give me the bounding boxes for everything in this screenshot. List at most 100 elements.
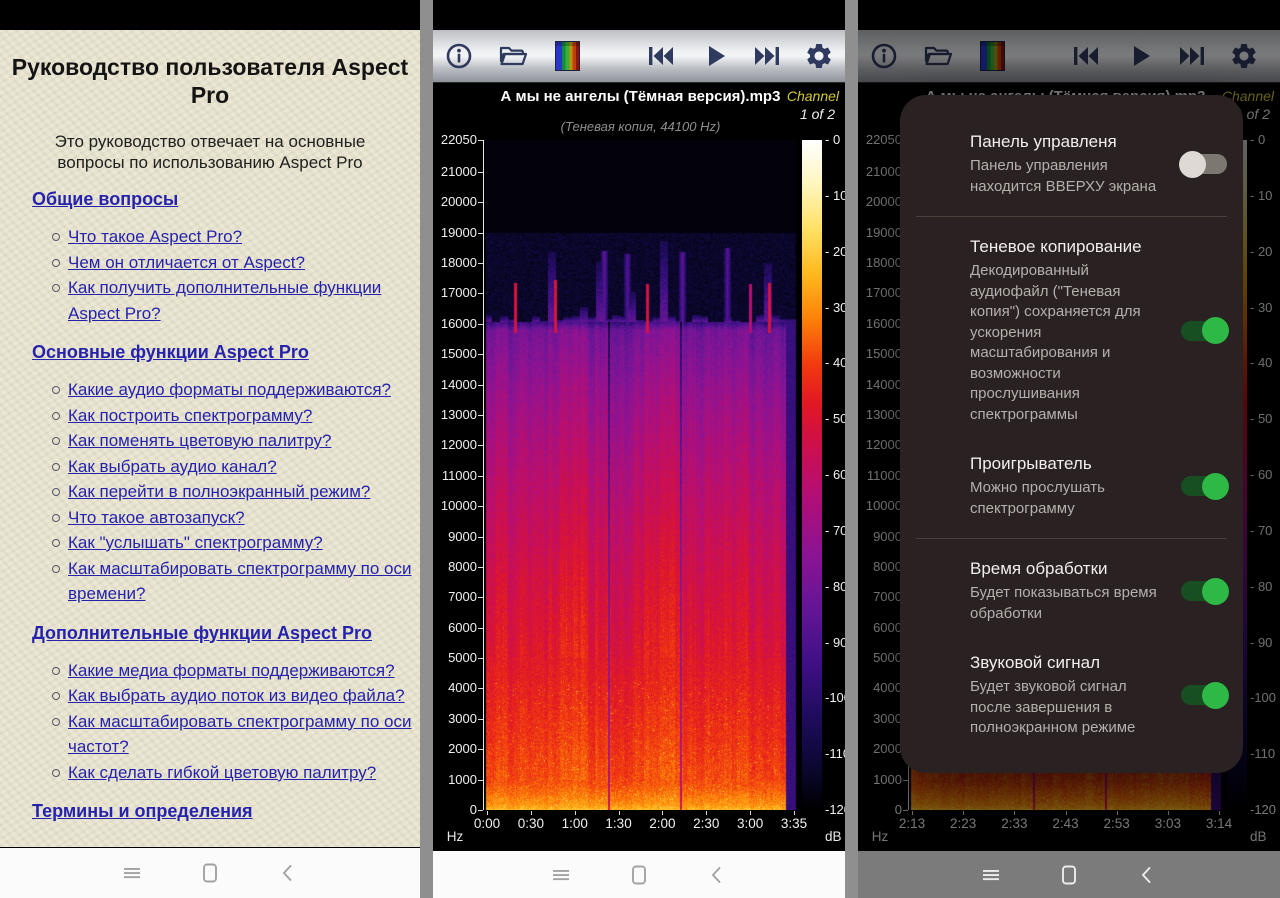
manual-link[interactable]: Как поменять цветовую палитру? <box>68 431 332 450</box>
manual-question-item: Какие аудио форматы поддерживаются? <box>52 377 416 403</box>
settings-item[interactable]: Время обработки Будет показываться время … <box>970 544 1229 638</box>
freq-tick-label: 1000 <box>448 771 477 787</box>
manual-section-link[interactable]: Дополнительные функции Aspect Pro <box>32 623 420 644</box>
settings-item[interactable]: Панель управленя Панель управления находи… <box>970 117 1227 211</box>
manual-link[interactable]: Какие аудио форматы поддерживаются? <box>68 380 391 399</box>
toggle-knob <box>1202 681 1229 709</box>
palette-icon[interactable] <box>551 40 583 72</box>
next-icon[interactable] <box>751 40 783 72</box>
freq-tick-label: 15000 <box>440 346 477 362</box>
shadow-copy-note: (Теневая копия, 44100 Hz) <box>560 119 721 134</box>
back-icon[interactable] <box>278 863 298 883</box>
info-icon[interactable] <box>443 40 475 72</box>
player-toolbar <box>433 30 845 83</box>
freq-tick-label: 13000 <box>440 406 477 422</box>
db-axis: - 0 - 10 - 20 - 30 - 40 - 50 - 60 - 70 - 80 - 90 -… <box>825 132 845 817</box>
time-tick-label: 1:00 <box>561 816 588 831</box>
manual-link[interactable]: Что такое Aspect Pro? <box>68 227 242 246</box>
home-icon[interactable] <box>200 863 220 883</box>
time-tick-label: 3:35 <box>780 816 808 831</box>
palette-thumbnail <box>554 41 580 71</box>
manual-link[interactable]: Как "услышать" спектрограмму? <box>68 533 323 552</box>
manual-link[interactable]: Как масштабировать спектрограмму по оси … <box>68 559 412 604</box>
manual-link[interactable]: Как выбрать аудио канал? <box>68 457 277 476</box>
spectrogram-plot[interactable] <box>483 140 799 810</box>
manual-link[interactable]: Как перейти в полноэкранный режим? <box>68 482 370 501</box>
status-bar <box>858 0 1280 30</box>
channel-value[interactable]: 1 of 2 <box>800 106 835 122</box>
settings-item[interactable]: Звуковой сигнал Будет звуковой сигнал пос… <box>970 638 1229 753</box>
time-tick-label: 2:00 <box>649 816 676 831</box>
manual-question-item: Как перейти в полноэкранный режим? <box>52 479 416 505</box>
toggle-knob <box>1179 150 1206 178</box>
time-tick-label: 1:30 <box>605 816 632 831</box>
menu-icon[interactable] <box>551 865 571 885</box>
back-icon[interactable] <box>1137 865 1157 885</box>
db-tick-label: - 10 <box>825 187 845 203</box>
settings-item-subtitle: Будет показываться время обработки <box>970 584 1157 622</box>
manual-question-item: Как получить дополнительные функции Aspe… <box>52 275 416 326</box>
manual-page: Руководство пользователя Aspect Pro Это … <box>0 30 420 847</box>
home-icon[interactable] <box>1059 865 1079 885</box>
settings-toggle[interactable] <box>1181 317 1229 344</box>
manual-section-link[interactable]: Термины и определения <box>32 801 420 822</box>
manual-question-item: Как поменять цветовую палитру? <box>52 428 416 454</box>
settings-toggle[interactable] <box>1181 681 1229 709</box>
status-bar <box>0 0 420 30</box>
home-icon[interactable] <box>629 865 649 885</box>
play-icon[interactable] <box>699 40 731 72</box>
open-file-icon[interactable] <box>497 40 529 72</box>
manual-link[interactable]: Как построить спектрограмму? <box>68 406 312 425</box>
time-tick-label: 3:00 <box>737 816 764 831</box>
settings-toggle[interactable] <box>1181 472 1229 500</box>
settings-icon[interactable] <box>803 40 835 72</box>
db-unit-label: dB <box>825 829 842 844</box>
manual-link[interactable]: Чем он отличается от Aspect? <box>68 253 305 272</box>
spectrogram-canvas[interactable] <box>484 140 799 810</box>
previous-icon[interactable] <box>645 40 677 72</box>
manual-question-item: Как построить спектрограмму? <box>52 403 416 429</box>
audio-file-name: А мы не ангелы (Тёмная версия).mp3 <box>500 88 781 105</box>
manual-section-link[interactable]: Основные функции Aspect Pro <box>32 342 420 363</box>
settings-item-title: Панель управленя <box>970 132 1117 151</box>
settings-divider <box>916 216 1227 217</box>
back-icon[interactable] <box>707 865 727 885</box>
settings-toggle[interactable] <box>1181 577 1229 605</box>
manual-question-item: Как масштабировать спектрограмму по оси … <box>52 709 416 760</box>
settings-dialog: Панель управленя Панель управления находи… <box>900 95 1243 773</box>
freq-tick-label: 19000 <box>440 224 477 240</box>
settings-item[interactable]: Теневое копирование Декодированный аудиоф… <box>970 222 1229 439</box>
settings-item[interactable]: Проигрыватель Можно прослушать спектрогра… <box>970 439 1229 533</box>
android-nav-bar <box>433 851 845 898</box>
freq-tick-label: 3000 <box>448 710 477 726</box>
time-tick-mark <box>750 811 752 815</box>
time-tick-label: 0:00 <box>473 816 501 831</box>
menu-icon[interactable] <box>122 863 142 883</box>
manual-link[interactable]: Какие медиа форматы поддерживаются? <box>68 661 395 680</box>
channel-label[interactable]: Channel <box>787 88 839 104</box>
manual-question-item: Как выбрать аудио канал? <box>52 454 416 480</box>
manual-section-link[interactable]: Общие вопросы <box>32 189 420 210</box>
freq-tick-label: 9000 <box>448 528 477 544</box>
settings-item-title: Теневое копирование <box>970 237 1142 256</box>
settings-toggle[interactable] <box>1179 150 1227 178</box>
freq-tick-label: 12000 <box>440 437 477 453</box>
manual-intro: Это руководство отвечает на основные воп… <box>54 132 366 172</box>
db-tick-label: -110 <box>825 746 845 762</box>
db-tick-label: -120 <box>825 802 845 817</box>
manual-link[interactable]: Как получить дополнительные функции Aspe… <box>68 278 381 323</box>
settings-item-text: Проигрыватель Можно прослушать спектрогра… <box>970 453 1162 519</box>
manual-link[interactable]: Что такое автозапуск? <box>68 508 245 527</box>
settings-divider <box>916 538 1227 539</box>
freq-tick-label: 16000 <box>440 315 477 331</box>
frequency-axis: 2205021000200001900018000170001600015000… <box>433 132 483 817</box>
manual-link[interactable]: Как выбрать аудио поток из видео файла? <box>68 686 405 705</box>
time-tick-mark <box>487 811 488 815</box>
manual-link[interactable]: Как масштабировать спектрограмму по оси … <box>68 712 412 757</box>
manual-question-item: Как масштабировать спектрограмму по оси … <box>52 556 416 607</box>
manual-link[interactable]: Как сделать гибкой цветовую палитру? <box>68 763 376 782</box>
settings-item-text: Теневое копирование Декодированный аудиоф… <box>970 236 1162 425</box>
menu-icon[interactable] <box>981 865 1001 885</box>
settings-panel: А мы не ангелы (Тёмная версия).mp3 Chann… <box>858 0 1280 898</box>
manual-question-item: Чем он отличается от Aspect? <box>52 250 416 276</box>
